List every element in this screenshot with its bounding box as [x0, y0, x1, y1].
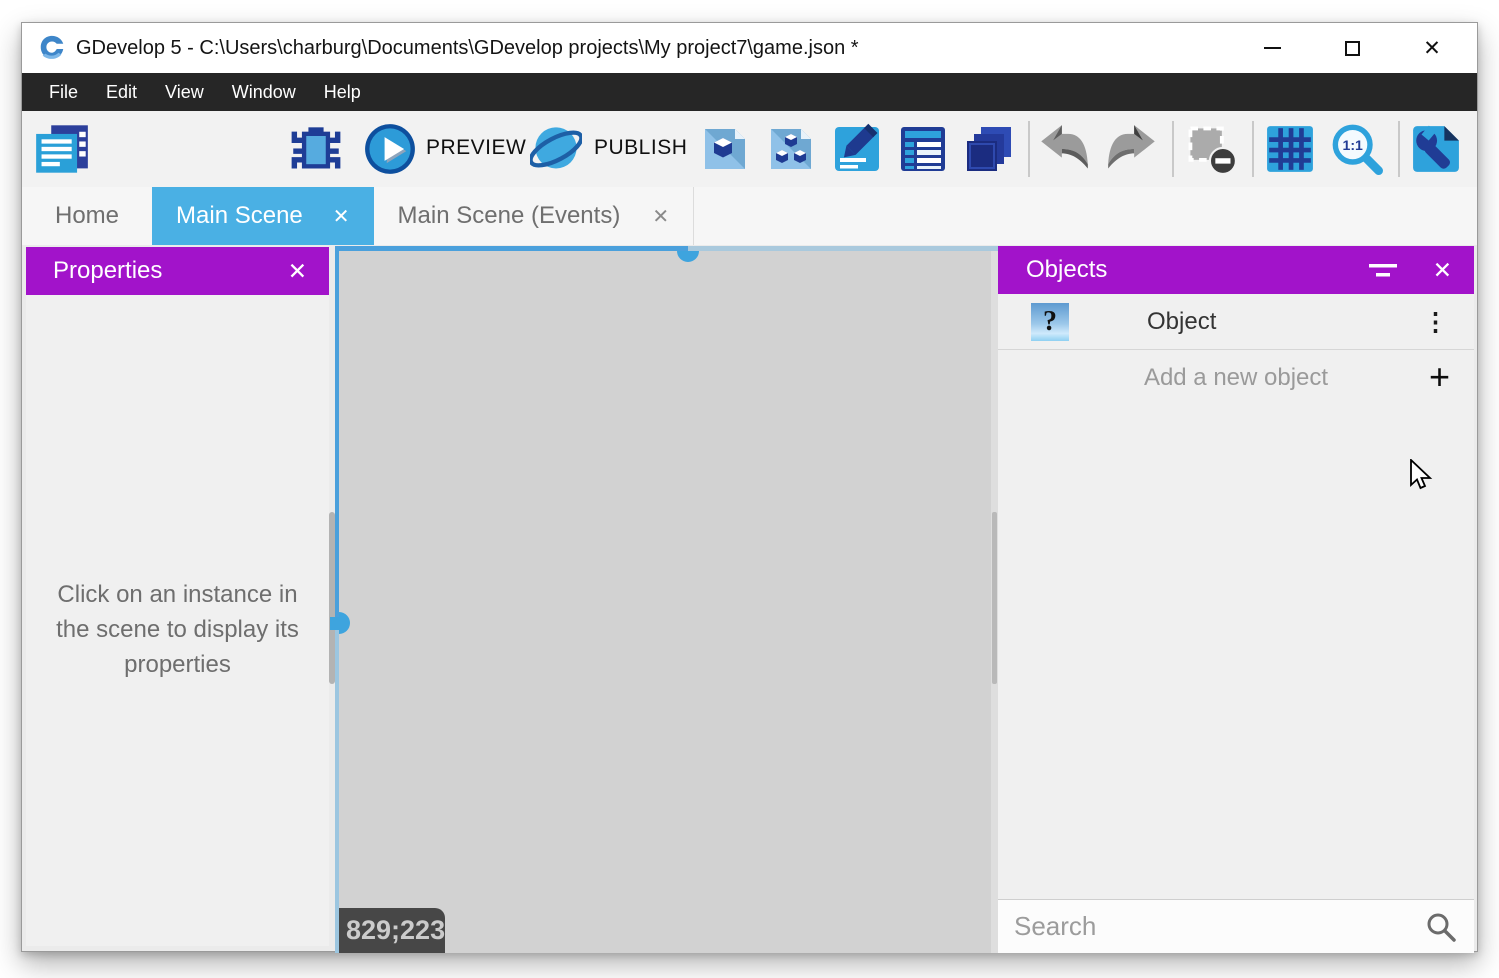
scene-canvas[interactable] [339, 251, 991, 953]
title-bar: GDevelop 5 - C:\Users\charburg\Documents… [22, 23, 1477, 73]
tab-main-scene-events-close-icon[interactable]: ✕ [652, 204, 669, 229]
filter-icon[interactable] [1369, 261, 1397, 279]
toggle-mask-button[interactable] [1184, 123, 1238, 175]
mouse-cursor-icon [1409, 459, 1437, 493]
open-events-editor-button[interactable] [833, 123, 881, 175]
debugger-button[interactable] [290, 123, 342, 175]
undo-button[interactable] [1038, 123, 1090, 175]
objects-editor-icon [767, 123, 815, 175]
maximize-icon [1345, 41, 1360, 56]
object-name: Object [1147, 308, 1423, 336]
project-manager-button[interactable] [34, 123, 90, 175]
scene-properties-button[interactable] [1411, 123, 1461, 175]
zoom-original-button[interactable]: 1:1 [1331, 123, 1383, 175]
close-icon: ✕ [1423, 38, 1441, 59]
open-events-sheet-button[interactable] [899, 123, 947, 175]
add-object-label: Add a new object [1144, 364, 1328, 392]
window-controls: ✕ [1261, 37, 1443, 59]
cursor-coordinates-badge: 829;223 [339, 908, 445, 953]
close-button[interactable]: ✕ [1421, 37, 1443, 59]
events-pencil-icon [833, 123, 881, 175]
svg-text:1:1: 1:1 [1342, 137, 1363, 153]
zoom-1-1-icon: 1:1 [1331, 123, 1383, 175]
scene-editor-icon [701, 123, 749, 175]
splitter-handle-left-nub [330, 617, 339, 630]
canvas-border-top-light[interactable] [688, 246, 998, 251]
menu-window[interactable]: Window [218, 73, 310, 111]
toolbar-separator [1028, 121, 1030, 177]
tab-bar: Home Main Scene ✕ Main Scene (Events) ✕ [22, 187, 1477, 245]
tab-main-scene-label: Main Scene [176, 202, 303, 230]
toolbar: PREVIEW PUBLISH [22, 111, 1477, 187]
preview-play-icon [364, 123, 416, 175]
properties-panel-title: Properties [53, 257, 162, 285]
preview-button[interactable] [364, 123, 416, 175]
minimize-button[interactable] [1261, 37, 1283, 59]
publish-button[interactable] [530, 123, 582, 175]
tab-main-scene-close-icon[interactable]: ✕ [333, 204, 350, 229]
minimize-icon [1264, 47, 1281, 49]
properties-panel-close-icon[interactable]: ✕ [288, 258, 329, 285]
window-title: GDevelop 5 - C:\Users\charburg\Documents… [76, 37, 859, 60]
objects-search-bar [998, 899, 1474, 953]
properties-panel-body: Click on an instance in the scene to dis… [26, 295, 329, 946]
wrench-icon [1411, 123, 1461, 175]
preview-label[interactable]: PREVIEW [426, 136, 526, 160]
publish-planet-icon [530, 123, 582, 175]
tab-home[interactable]: Home [22, 187, 152, 245]
events-sheet-icon [899, 123, 947, 175]
canvas-scrollbar[interactable] [992, 512, 997, 684]
object-list-item[interactable]: ? Object ⋮ [998, 294, 1474, 350]
mask-deselect-icon [1184, 123, 1238, 175]
menu-view[interactable]: View [151, 73, 218, 111]
toolbar-separator [1172, 121, 1174, 177]
objects-panel-close-icon[interactable]: ✕ [1433, 257, 1474, 284]
app-window: GDevelop 5 - C:\Users\charburg\Documents… [21, 22, 1478, 952]
project-manager-icon [34, 123, 90, 175]
open-scene-editor-button[interactable] [701, 123, 749, 175]
properties-panel-header: Properties ✕ [26, 247, 329, 295]
tab-home-label: Home [55, 202, 119, 230]
publish-label[interactable]: PUBLISH [594, 136, 687, 160]
open-layers-editor-button[interactable] [965, 123, 1013, 175]
add-object-plus-icon[interactable]: + [1429, 356, 1450, 398]
tab-main-scene[interactable]: Main Scene ✕ [152, 187, 374, 245]
toolbar-separator [1252, 121, 1254, 177]
canvas-border-top[interactable] [335, 246, 688, 251]
search-icon [1426, 912, 1456, 942]
object-thumbnail-icon: ? [1031, 303, 1069, 341]
tab-main-scene-events-label: Main Scene (Events) [398, 202, 621, 230]
properties-empty-message: Click on an instance in the scene to dis… [26, 577, 329, 682]
objects-panel-header: Objects ✕ [998, 246, 1474, 294]
menu-file[interactable]: File [35, 73, 92, 111]
menu-edit[interactable]: Edit [92, 73, 151, 111]
layers-icon [965, 123, 1013, 175]
toolbar-separator [1398, 121, 1400, 177]
redo-icon [1106, 123, 1158, 175]
open-objects-editor-button[interactable] [767, 123, 815, 175]
objects-search-input[interactable] [998, 911, 1426, 942]
object-menu-icon[interactable]: ⋮ [1423, 307, 1448, 337]
grid-icon [1265, 123, 1315, 175]
redo-button[interactable] [1106, 123, 1158, 175]
tab-main-scene-events[interactable]: Main Scene (Events) ✕ [374, 187, 695, 245]
debugger-bug-icon [290, 123, 342, 175]
menu-help[interactable]: Help [310, 73, 375, 111]
toggle-grid-button[interactable] [1265, 123, 1315, 175]
menu-bar: File Edit View Window Help [22, 73, 1477, 111]
objects-panel-title: Objects [1026, 256, 1107, 284]
undo-icon [1038, 123, 1090, 175]
canvas-border-left-light[interactable] [335, 623, 339, 953]
canvas-border-left[interactable] [335, 246, 339, 623]
objects-panel: Objects ✕ ? Object ⋮ Add a new object + [998, 246, 1474, 953]
editor-content: Properties ✕ Click on an instance in the… [22, 245, 1477, 951]
maximize-button[interactable] [1341, 37, 1363, 59]
properties-panel: Properties ✕ Click on an instance in the… [26, 247, 329, 946]
add-object-row[interactable]: Add a new object + [998, 350, 1474, 406]
gdevelop-logo-icon [37, 33, 67, 63]
